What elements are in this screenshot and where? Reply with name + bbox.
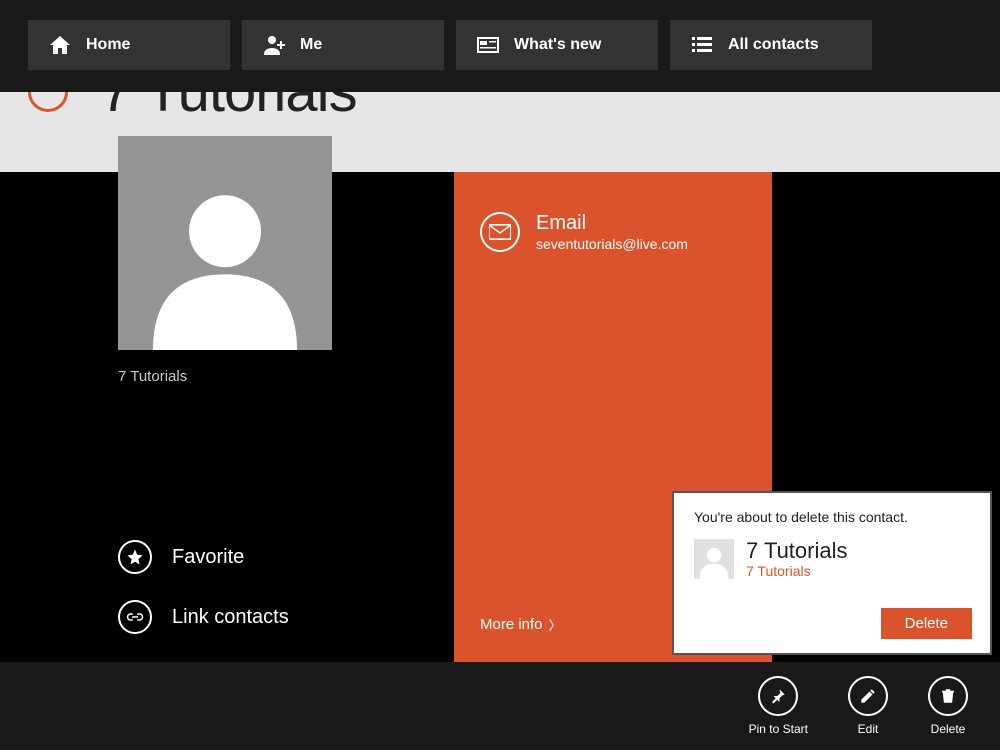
nav-me[interactable]: Me [242,20,444,70]
list-icon [690,33,714,57]
more-info-label: More info [480,616,543,633]
chevron-right-icon: 〉 [549,615,562,634]
dialog-avatar [694,539,734,579]
trash-icon [939,687,957,705]
link-contacts-button[interactable]: Link contacts [118,600,289,634]
nav-whatsnew-label: What's new [514,36,601,54]
nav-home-label: Home [86,36,130,54]
pin-label: Pin to Start [749,722,808,736]
edit-label: Edit [858,722,879,736]
edit-button[interactable]: Edit [848,676,888,736]
favorite-button[interactable]: Favorite [118,540,244,574]
page-title: 7 Tutorials [100,92,357,125]
top-nav-bar: Home Me What's new All contacts [0,0,1000,92]
avatar [118,136,332,350]
link-icon [126,608,144,626]
pin-to-start-button[interactable]: Pin to Start [749,676,808,736]
nav-home[interactable]: Home [28,20,230,70]
mail-icon [489,224,511,240]
delete-label: Delete [931,722,966,736]
placeholder-avatar-icon [135,170,315,350]
nav-allcontacts[interactable]: All contacts [670,20,872,70]
news-icon [476,33,500,57]
delete-confirm-button[interactable]: Delete [881,608,972,639]
email-button[interactable]: Email seventutorials@live.com [480,212,752,252]
dialog-message: You're about to delete this contact. [694,509,970,525]
pencil-icon [859,687,877,705]
pin-icon [769,687,787,705]
dialog-contact-name: 7 Tutorials [746,539,848,563]
home-icon [48,33,72,57]
delete-confirmation-dialog: You're about to delete this contact. 7 T… [672,491,992,655]
person-icon [262,33,286,57]
nav-whatsnew[interactable]: What's new [456,20,658,70]
placeholder-avatar-icon [696,543,732,579]
link-contacts-label: Link contacts [172,606,289,629]
email-value: seventutorials@live.com [536,236,688,252]
delete-button[interactable]: Delete [928,676,968,736]
app-bar: Pin to Start Edit Delete [0,662,1000,750]
nav-allcontacts-label: All contacts [728,36,819,54]
nav-me-label: Me [300,36,322,54]
more-info-button[interactable]: More info 〉 [480,615,562,634]
favorite-label: Favorite [172,546,244,569]
dialog-contact-sub: 7 Tutorials [746,563,848,579]
contact-name-label: 7 Tutorials [118,368,187,385]
star-icon [126,548,144,566]
back-button[interactable] [28,92,68,112]
email-label: Email [536,212,688,234]
